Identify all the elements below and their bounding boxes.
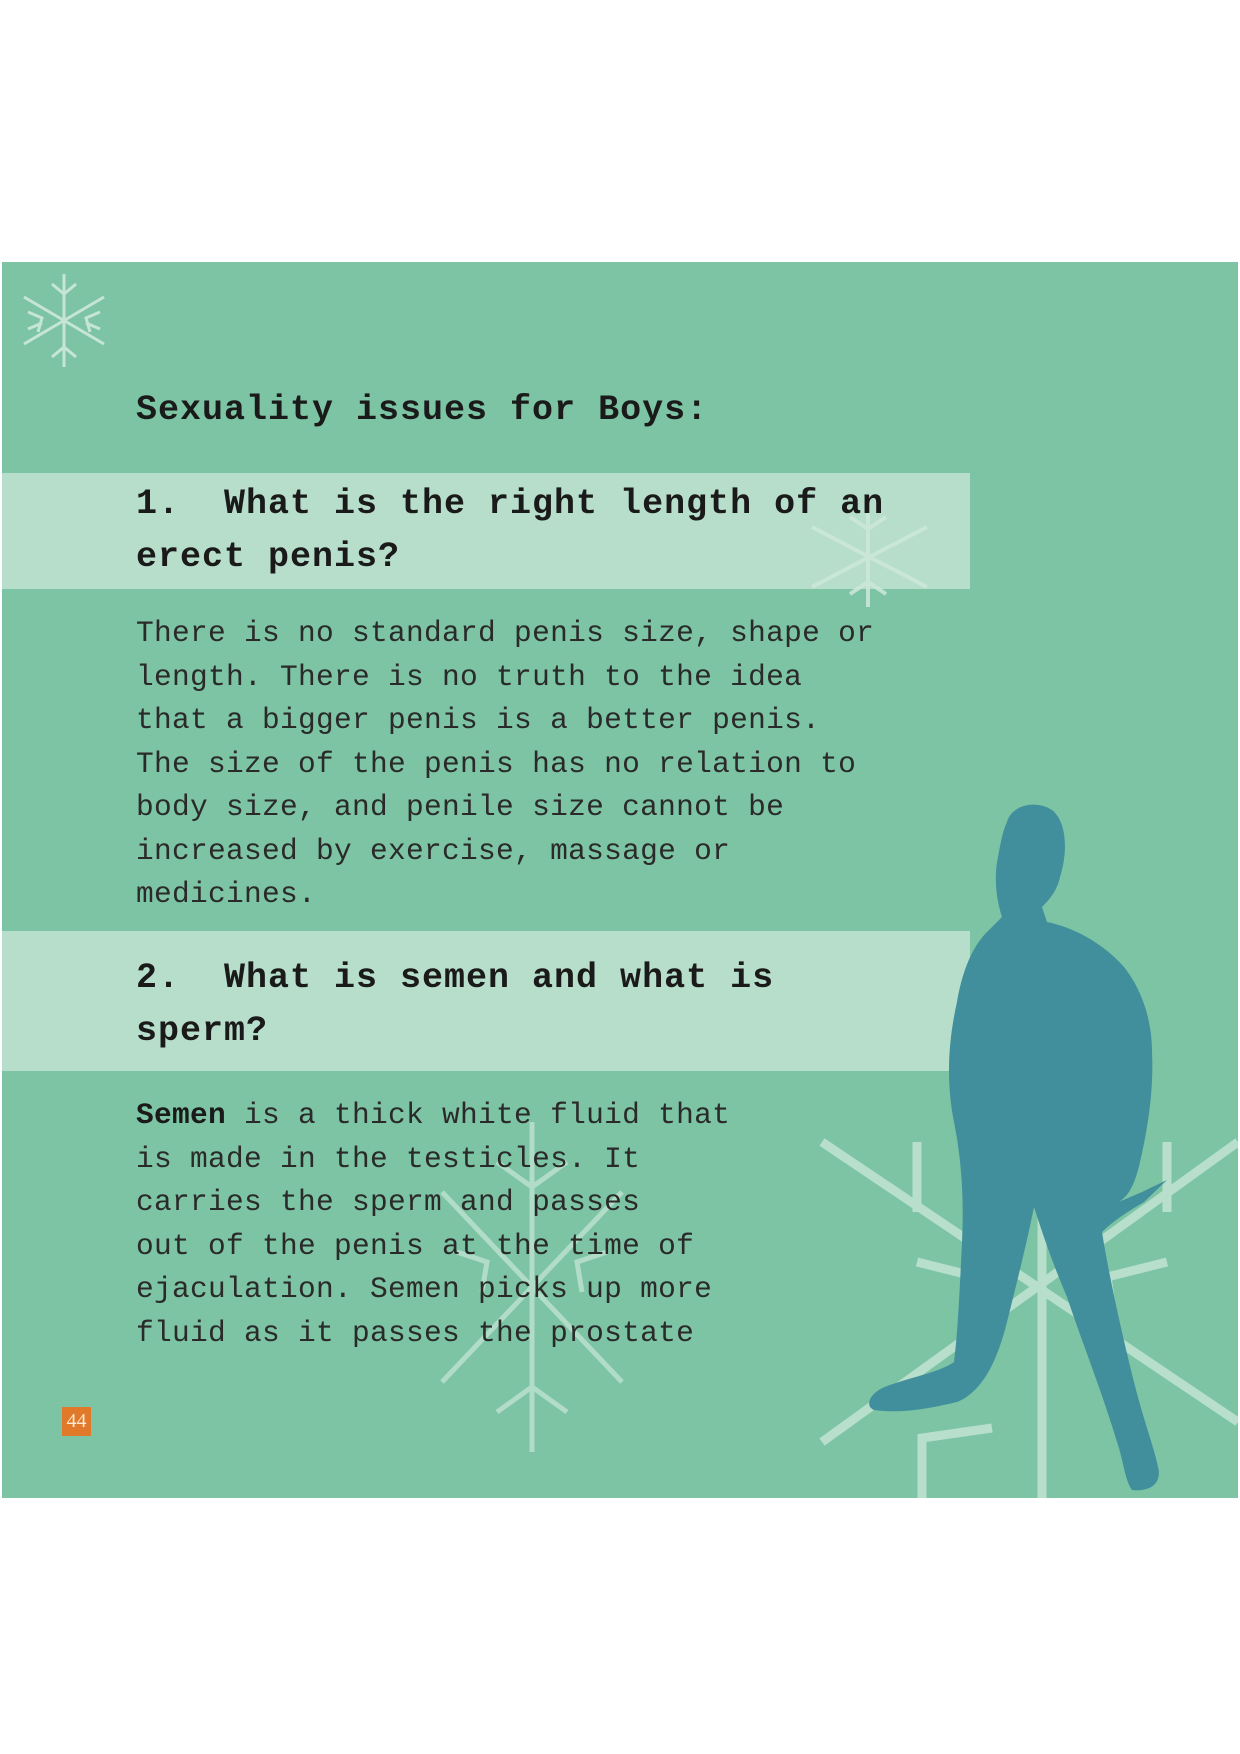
answer-1-line: length. There is no truth to the idea (136, 659, 803, 694)
question-2-line-1: What is semen and what is (224, 958, 775, 998)
answer-2-line: out of the penis at the time of (136, 1228, 695, 1263)
answer-1-line: There is no standard penis size, shape o… (136, 616, 875, 650)
answer-1-line: increased by exercise, massage or (136, 833, 731, 868)
answer-2-line: carries the sperm and passes (136, 1185, 641, 1219)
question-2-heading: 2. What is semen and what is sperm? (136, 952, 966, 1058)
answer-1-line: body size, and penile size cannot be (136, 790, 785, 824)
content-panel: Sexuality issues for Boys: 1. What is the… (2, 262, 1238, 1498)
answer-2-line: is made in the testicles. It (136, 1141, 641, 1176)
answer-2-term: Semen (136, 1098, 227, 1132)
answer-1-paragraph: There is no standard penis size, shape o… (136, 612, 956, 917)
answer-1-line: The size of the penis has no relation to (136, 746, 857, 781)
man-silhouette (869, 804, 1167, 1491)
question-1-heading: 1. What is the right length of an erect p… (136, 478, 966, 584)
answer-1-line: medicines. (136, 877, 317, 911)
question-1-number: 1. (136, 484, 181, 524)
page-number-badge: 44 (62, 1407, 91, 1436)
question-1-line-1: What is the right length of an (224, 484, 885, 524)
question-1-line-2: erect penis? (136, 537, 401, 577)
answer-2-line: fluid as it passes the prostate (136, 1315, 695, 1350)
question-2-line-2: sperm? (136, 1011, 269, 1051)
answer-2-line: ejaculation. Semen picks up more (136, 1272, 713, 1306)
page-title: Sexuality issues for Boys: (136, 390, 709, 430)
answer-2-line: is a thick white fluid that (226, 1098, 731, 1132)
answer-1-line: that a bigger penis is a better penis. (136, 703, 821, 737)
answer-2-paragraph: Semen is a thick white fluid that is mad… (136, 1094, 836, 1355)
snowflake-icon (23, 274, 105, 367)
question-2-number: 2. (136, 958, 181, 998)
